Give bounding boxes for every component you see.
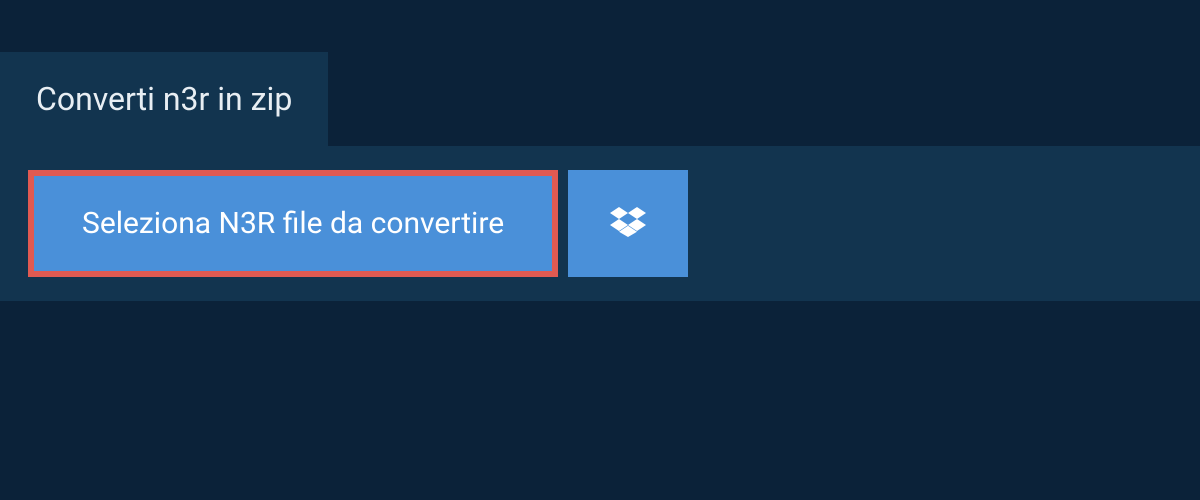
dropbox-icon — [610, 204, 646, 244]
select-file-button[interactable]: Seleziona N3R file da convertire — [28, 170, 558, 277]
dropbox-button[interactable] — [568, 170, 688, 277]
button-group: Seleziona N3R file da convertire — [28, 170, 688, 277]
select-file-label: Seleziona N3R file da convertire — [82, 206, 504, 241]
conversion-panel: Seleziona N3R file da convertire — [0, 146, 1200, 301]
tab-convert[interactable]: Converti n3r in zip — [0, 52, 328, 146]
tab-label: Converti n3r in zip — [36, 80, 292, 118]
